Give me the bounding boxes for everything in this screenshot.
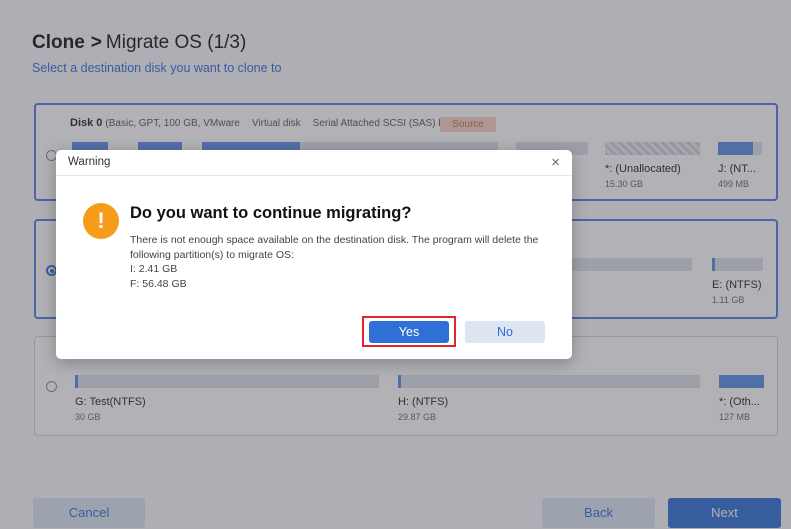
dialog-title: Warning <box>68 156 111 168</box>
delete-partition-item: F: 56.48 GB <box>130 278 187 290</box>
dialog-divider <box>56 175 572 176</box>
delete-partition-item: I: 2.41 GB <box>130 263 178 275</box>
dialog-heading: Do you want to continue migrating? <box>130 204 412 222</box>
exclamation-icon: ! <box>83 203 119 239</box>
no-button[interactable]: No <box>465 321 545 343</box>
close-icon[interactable]: × <box>551 154 560 171</box>
yes-button[interactable]: Yes <box>369 321 449 343</box>
warning-dialog: Warning × ! Do you want to continue migr… <box>56 150 572 359</box>
dialog-message: There is not enough space available on t… <box>130 234 539 261</box>
